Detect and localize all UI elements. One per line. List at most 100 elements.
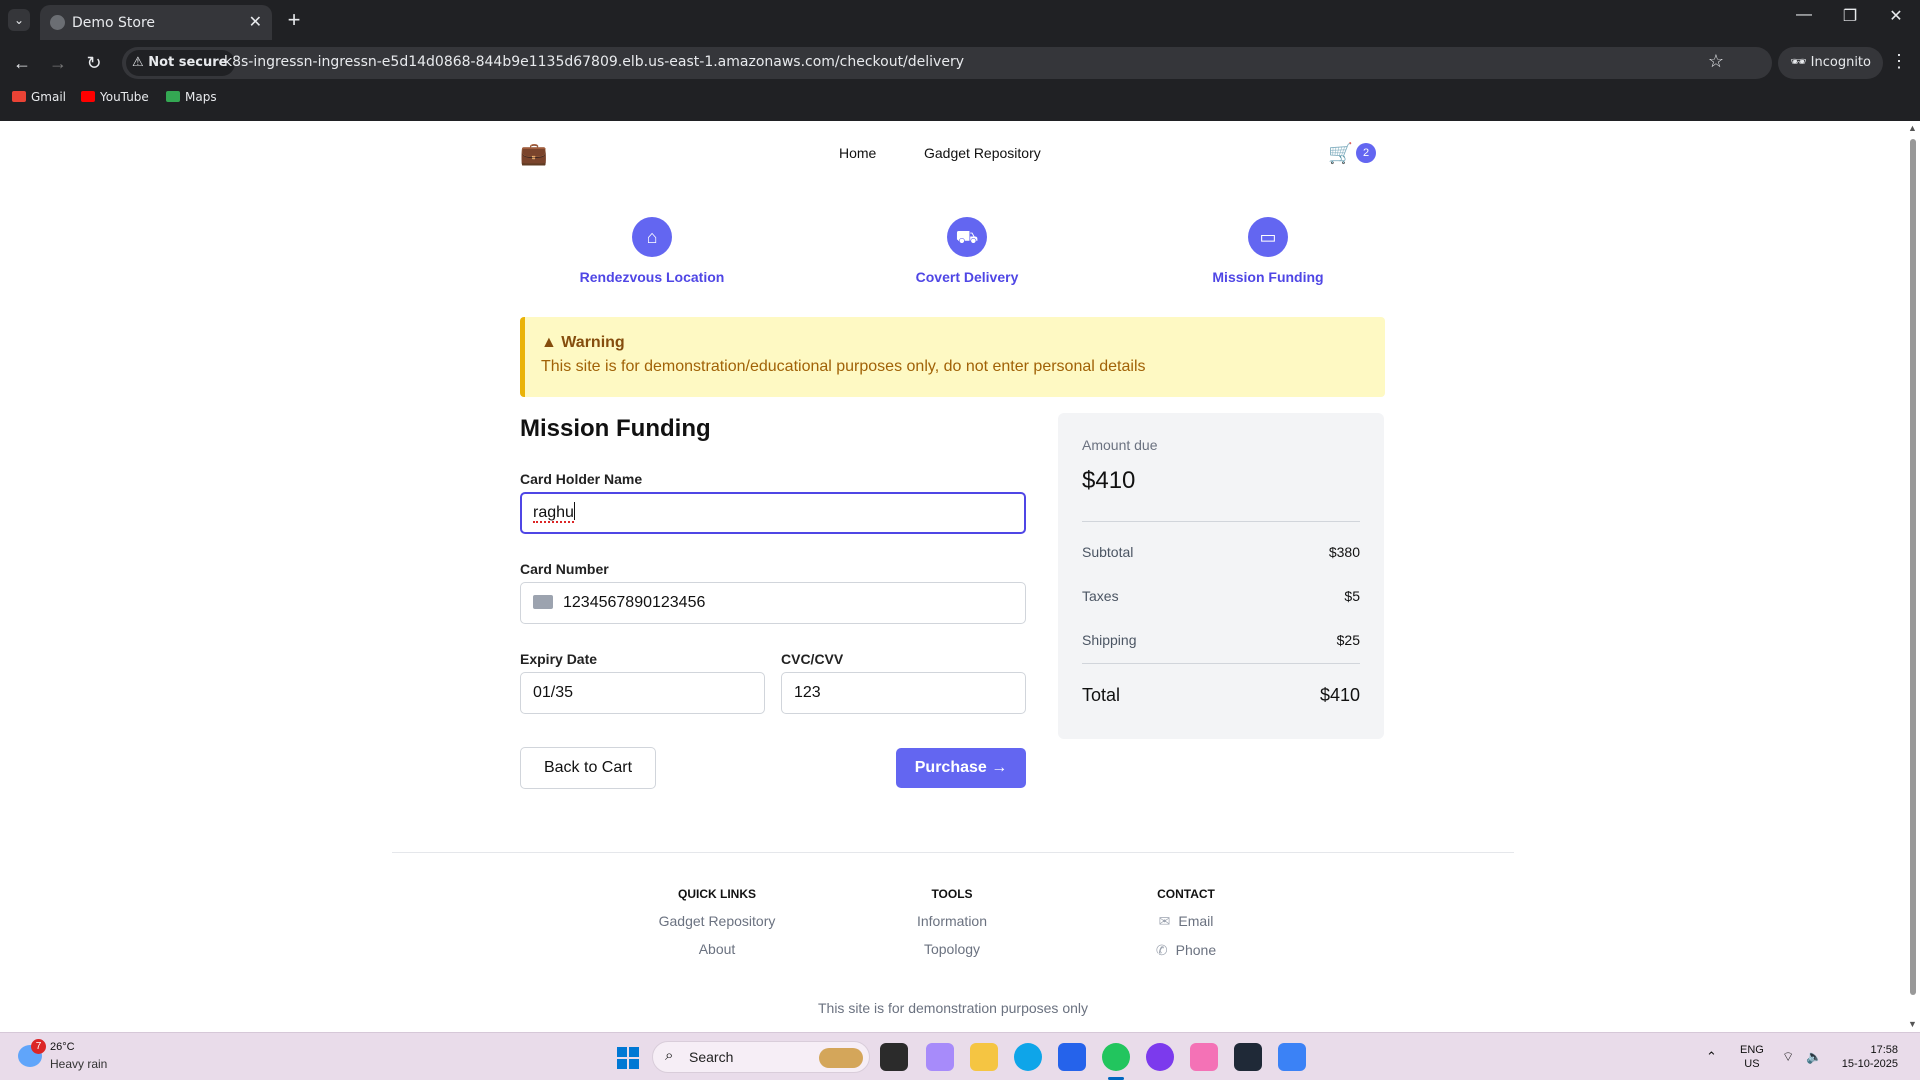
- bookmark-label: Maps: [185, 90, 217, 104]
- app-icon[interactable]: [1190, 1043, 1218, 1071]
- tab-search-button[interactable]: ⌄: [8, 9, 30, 31]
- back-icon[interactable]: ←: [8, 49, 36, 77]
- file-explorer-icon[interactable]: [970, 1043, 998, 1071]
- card-number-value: 1234567890123456: [563, 594, 706, 611]
- footer-divider: [392, 852, 1514, 853]
- search-highlight-image: [819, 1048, 863, 1068]
- row-label: Shipping: [1082, 632, 1137, 648]
- row-value: $25: [1336, 632, 1360, 648]
- footer-tools: TOOLS Information Topology: [862, 887, 1042, 957]
- incognito-chip[interactable]: 🕶 Incognito: [1778, 47, 1883, 79]
- taskbar-search[interactable]: ⌕ Search: [652, 1041, 870, 1073]
- footer-link-topology[interactable]: Topology: [862, 941, 1042, 957]
- weather-description[interactable]: Heavy rain: [50, 1057, 107, 1071]
- link-label: Email: [1178, 913, 1214, 929]
- order-summary: Amount due $410 Subtotal $380 Taxes $5 Shi…: [1058, 413, 1384, 739]
- url-text[interactable]: k8s-ingressn-ingressn-e5d14d0868-844b9e1…: [224, 54, 964, 70]
- browser-toolbar: ← → ↻ ⚠ Not secure k8s-ingressn-ingressn…: [0, 43, 1920, 83]
- footer-quick-links: QUICK LINKS Gadget Repository About: [627, 887, 807, 957]
- cart-count-badge: 2: [1356, 143, 1376, 163]
- footer-link-information[interactable]: Information: [862, 913, 1042, 929]
- bookmark-star-icon[interactable]: ☆: [1708, 51, 1724, 72]
- warning-title: ▲ Warning: [541, 334, 625, 352]
- page: 💼 Home Gadget Repository 🛒 2 ⌂ Rendezvou…: [0, 121, 1906, 1032]
- row-label: Taxes: [1082, 588, 1119, 604]
- windows-start-icon[interactable]: [617, 1047, 639, 1069]
- github-desktop-icon[interactable]: [1146, 1043, 1174, 1071]
- not-secure-chip[interactable]: ⚠ Not secure: [126, 50, 236, 76]
- address-bar[interactable]: ⚠ Not secure k8s-ingressn-ingressn-e5d14…: [122, 47, 1772, 79]
- copilot-icon[interactable]: [926, 1043, 954, 1071]
- clock-date: 15-10-2025: [1841, 1058, 1898, 1070]
- nav-gadget-repository[interactable]: Gadget Repository: [924, 145, 1041, 161]
- not-secure-label: Not secure: [148, 55, 228, 70]
- card-holder-label: Card Holder Name: [520, 471, 643, 487]
- card-holder-input[interactable]: raghu: [520, 492, 1026, 534]
- bookmark-label: YouTube: [100, 90, 149, 104]
- menu-icon[interactable]: ⋮: [1890, 51, 1908, 72]
- close-tab-icon[interactable]: ✕: [249, 12, 262, 32]
- gmail-icon: [12, 91, 26, 102]
- step-covert-delivery: ⛟ Covert Delivery: [877, 217, 1057, 285]
- briefcase-logo-icon[interactable]: 💼: [520, 141, 547, 167]
- card-number-input[interactable]: 1234567890123456: [520, 582, 1026, 624]
- task-view-icon[interactable]: [880, 1043, 908, 1071]
- reload-icon[interactable]: ↻: [80, 49, 108, 77]
- wifi-icon[interactable]: ⌔: [1782, 1049, 1794, 1065]
- footer-heading: CONTACT: [1157, 887, 1215, 901]
- step-rendezvous-location: ⌂ Rendezvous Location: [562, 217, 742, 285]
- maps-icon: [166, 91, 180, 102]
- weather-temperature[interactable]: 26°C: [50, 1041, 75, 1053]
- minimize-button[interactable]: —: [1782, 6, 1826, 24]
- text-cursor: [573, 502, 575, 520]
- purchase-button[interactable]: Purchase →: [896, 748, 1026, 788]
- link-label: Phone: [1175, 942, 1217, 958]
- page-scrollbar[interactable]: ▲ ▼: [1906, 121, 1920, 1032]
- expiry-input[interactable]: 01/35: [520, 672, 765, 714]
- total-value: $410: [1319, 685, 1360, 705]
- cvc-input[interactable]: 123: [781, 672, 1026, 714]
- chrome-icon[interactable]: [1102, 1043, 1130, 1071]
- restore-button[interactable]: ❐: [1828, 6, 1872, 26]
- expiry-label: Expiry Date: [520, 651, 598, 667]
- footer-link-about[interactable]: About: [627, 941, 807, 957]
- purchase-label: Purchase: [914, 759, 987, 776]
- show-hidden-icons-icon[interactable]: ⌃: [1706, 1049, 1717, 1065]
- credit-card-icon: ▭: [1248, 217, 1288, 257]
- bookmark-maps[interactable]: Maps: [166, 90, 217, 104]
- browser-tab[interactable]: Demo Store ✕: [40, 5, 272, 40]
- close-window-button[interactable]: ✕: [1874, 6, 1918, 26]
- step-mission-funding: ▭ Mission Funding: [1178, 217, 1358, 285]
- arrow-right-icon: →: [991, 759, 1008, 776]
- row-value: $380: [1328, 544, 1360, 560]
- edge-icon[interactable]: [1014, 1043, 1042, 1071]
- warning-triangle-icon: ▲: [541, 334, 557, 351]
- nav-home[interactable]: Home: [839, 145, 876, 161]
- scroll-up-icon[interactable]: ▲: [1908, 123, 1917, 133]
- language-code: ENG: [1740, 1044, 1764, 1056]
- vscode-icon[interactable]: [1278, 1043, 1306, 1071]
- forward-icon[interactable]: →: [44, 49, 72, 77]
- incognito-label: Incognito: [1810, 55, 1871, 70]
- scroll-down-icon[interactable]: ▼: [1908, 1019, 1917, 1029]
- footer-link-email[interactable]: ✉ Email: [1096, 913, 1276, 930]
- summary-row-shipping: Shipping $25: [1082, 632, 1360, 648]
- scrollbar-thumb[interactable]: [1910, 139, 1916, 995]
- summary-total: Total $410: [1082, 685, 1360, 706]
- warning-title-text: Warning: [561, 334, 625, 351]
- back-to-cart-button[interactable]: Back to Cart: [520, 747, 656, 789]
- cart-icon[interactable]: 🛒: [1328, 141, 1353, 166]
- bookmark-gmail[interactable]: Gmail: [12, 90, 66, 104]
- footer-link-phone[interactable]: ✆ Phone: [1096, 942, 1276, 959]
- footer-link-gadget-repository[interactable]: Gadget Repository: [627, 913, 807, 929]
- new-tab-button[interactable]: +: [282, 7, 306, 33]
- bookmark-youtube[interactable]: YouTube: [81, 90, 149, 104]
- summary-row-taxes: Taxes $5: [1082, 588, 1360, 604]
- clock[interactable]: 17:58 15-10-2025: [1836, 1043, 1898, 1071]
- row-value: $5: [1344, 588, 1360, 604]
- terminal-icon[interactable]: [1234, 1043, 1262, 1071]
- store-icon[interactable]: [1058, 1043, 1086, 1071]
- volume-icon[interactable]: 🔈: [1806, 1049, 1822, 1065]
- step-label: Rendezvous Location: [579, 269, 725, 285]
- language-indicator[interactable]: ENG US: [1740, 1043, 1764, 1071]
